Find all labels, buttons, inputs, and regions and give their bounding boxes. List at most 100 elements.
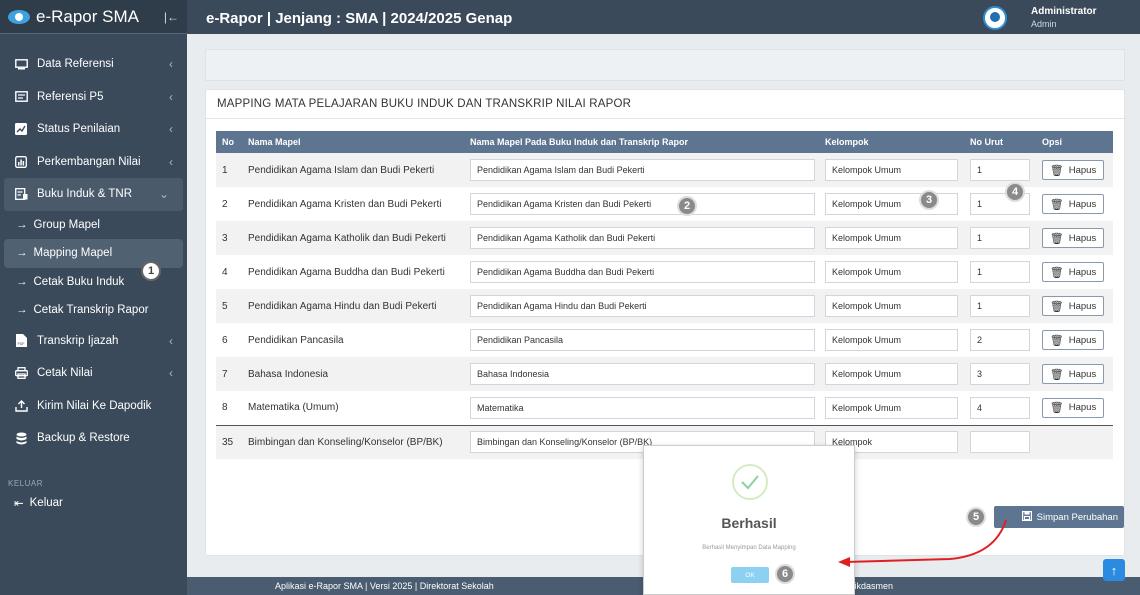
chevron-left-icon: ‹ [169, 154, 173, 169]
delete-button[interactable]: 🗑 Hapus [1042, 397, 1104, 418]
logout-button[interactable]: ⇤ Keluar [0, 488, 187, 518]
delete-button[interactable]: 🗑 Hapus [1042, 262, 1104, 282]
sidebar-subitem-label: Cetak Transkrip Rapor [33, 304, 149, 317]
mapel-buku-induk-input[interactable]: Pendidikan Agama Kristen dan Budi Pekert… [470, 193, 815, 215]
delete-button[interactable]: 🗑 Hapus [1042, 228, 1104, 248]
sidebar-item-perkembangan-nilai[interactable]: Perkembangan Nilai ‹ [0, 146, 187, 179]
user-role: Admin [1031, 19, 1057, 29]
sidebar-item-referensi-p5[interactable]: Referensi P5 ‹ [0, 81, 187, 114]
chevron-left-icon: ‹ [169, 366, 173, 381]
avatar[interactable] [983, 6, 1007, 30]
no-urut-input[interactable]: 1 [970, 159, 1030, 181]
trash-icon: 🗑 [1049, 402, 1064, 415]
table-row: 7 Bahasa Indonesia Bahasa Indonesia Kelompo… [216, 357, 1113, 391]
sidebar-item-transkrip-ijazah[interactable]: PDF Transkrip Ijazah ‹ [0, 325, 187, 358]
delete-button[interactable]: 🗑 Hapus [1042, 160, 1104, 180]
modal-title: Berhasil [721, 515, 777, 531]
no-urut-input[interactable]: 2 [970, 329, 1030, 351]
kelompok-select[interactable]: Kelompok Umum [825, 363, 958, 385]
cell-no: 8 [222, 402, 228, 414]
no-urut-input[interactable]: 4 [970, 396, 1030, 419]
modal-message: Berhasil Menyimpan Data Mapping [702, 545, 796, 551]
save-button-label: Simpan Perubahan [1036, 511, 1118, 523]
mapping-table: No Nama Mapel Nama Mapel Pada Buku Induk… [216, 131, 1113, 459]
trash-icon: 🗑 [1049, 368, 1064, 381]
mapel-buku-induk-input[interactable]: Pendidikan Agama Buddha dan Budi Pekerti [470, 261, 815, 283]
cell-no: 5 [222, 300, 228, 312]
mapel-buku-induk-input[interactable]: Pendidikan Agama Katholik dan Budi Peker… [470, 227, 815, 249]
sidebar-item-label: Kirim Nilai Ke Dapodik [37, 399, 152, 412]
kelompok-select[interactable]: Kelompok Umum [825, 329, 958, 351]
sidebar-subitem-cetak-transkrip-rapor[interactable]: → Cetak Transkrip Rapor [0, 296, 187, 325]
scroll-to-top-button[interactable]: ↑ [1103, 559, 1125, 581]
no-urut-input[interactable]: 1 [970, 227, 1030, 249]
delete-button-label: Hapus [1068, 164, 1097, 176]
user-name[interactable]: Administrator [1031, 6, 1097, 17]
table-row: 4 Pendidikan Agama Buddha dan Budi Pekert… [216, 255, 1113, 289]
sidebar-subitem-group-mapel[interactable]: → Group Mapel [0, 211, 187, 240]
sidebar-item-label: Status Penilaian [37, 123, 121, 136]
kelompok-select[interactable]: Kelompok Umum [825, 261, 958, 283]
no-urut-input[interactable]: 1 [970, 261, 1030, 283]
mapel-buku-induk-input[interactable]: Bahasa Indonesia [470, 363, 815, 385]
trash-icon: 🗑 [1049, 198, 1064, 211]
sidebar-item-label: Referensi P5 [37, 90, 104, 103]
cell-mapel: Pendidikan Agama Buddha dan Budi Pekerti [248, 266, 445, 278]
delete-button[interactable]: 🗑 Hapus [1042, 194, 1104, 214]
cell-mapel: Pendidikan Agama Kristen dan Budi Pekert… [248, 198, 442, 210]
logout-label: Keluar [29, 496, 63, 509]
mapel-buku-induk-input[interactable]: Matematika [470, 396, 815, 419]
file-pdf-icon: PDF [14, 334, 28, 348]
sidebar-item-label: Backup & Restore [37, 432, 130, 445]
trash-icon: 🗑 [1049, 164, 1064, 177]
step-callout-3: 3 [919, 190, 939, 210]
cell-mapel: Pendidikan Agama Katholik dan Budi Peker… [248, 232, 446, 244]
kelompok-select[interactable]: Kelompok Umum [825, 295, 958, 317]
trash-icon: 🗑 [1049, 300, 1064, 313]
mapel-buku-induk-input[interactable]: Pendidikan Agama Islam dan Budi Pekerti [470, 159, 815, 181]
step-callout-2: 2 [677, 196, 697, 216]
chevron-left-icon: ‹ [169, 333, 173, 348]
mapel-buku-induk-input[interactable]: Pendidikan Agama Hindu dan Budi Pekerti [470, 295, 815, 317]
breadcrumb-bar [205, 49, 1125, 81]
delete-button-label: Hapus [1068, 266, 1097, 278]
delete-button-label: Hapus [1068, 402, 1097, 414]
delete-button[interactable]: 🗑 Hapus [1042, 330, 1104, 350]
cell-no: 7 [222, 368, 228, 380]
success-check-icon [732, 464, 768, 500]
chevron-left-icon: ‹ [169, 89, 173, 104]
delete-button-label: Hapus [1068, 334, 1097, 346]
cell-no: 4 [222, 266, 228, 278]
mapel-buku-induk-input[interactable]: Pendidikan Pancasila [470, 329, 815, 351]
table-row: 6 Pendidikan Pancasila Pendidikan Pancasil… [216, 323, 1113, 357]
modal-ok-button[interactable]: OK [731, 567, 769, 583]
sidebar-item-data-referensi[interactable]: Data Referensi ‹ [0, 48, 187, 81]
sidebar-item-kirim-nilai-dapodik[interactable]: Kirim Nilai Ke Dapodik [0, 390, 187, 423]
printer-icon [14, 367, 28, 380]
delete-button[interactable]: 🗑 Hapus [1042, 296, 1104, 316]
cell-no: 35 [222, 436, 234, 448]
kelompok-select[interactable]: Kelompok Umum [825, 159, 958, 181]
divider [206, 118, 1124, 119]
arrow-right-icon: → [16, 304, 28, 317]
sidebar-item-buku-induk-tnr[interactable]: Buku Induk & TNR ⌄ [4, 178, 183, 211]
kelompok-select[interactable]: Kelompok Umum [825, 396, 958, 419]
column-header: Nama Mapel [248, 137, 301, 147]
sidebar-item-cetak-nilai[interactable]: Cetak Nilai ‹ [0, 357, 187, 390]
no-urut-input[interactable] [970, 431, 1030, 454]
chevron-left-icon: ‹ [169, 57, 173, 72]
logout-icon: ⇤ [14, 497, 24, 510]
no-urut-input[interactable]: 3 [970, 363, 1030, 385]
step-callout-1: 1 [141, 261, 161, 281]
arrow-right-icon: → [16, 275, 28, 288]
collapse-sidebar-icon[interactable]: |← [164, 10, 179, 24]
no-urut-input[interactable]: 1 [970, 295, 1030, 317]
arrow-right-icon: → [16, 218, 28, 231]
sidebar-subitem-label: Cetak Buku Induk [33, 275, 125, 288]
sidebar-item-backup-restore[interactable]: Backup & Restore [0, 422, 187, 455]
delete-button[interactable]: 🗑 Hapus [1042, 364, 1104, 384]
database-icon [14, 432, 28, 445]
sidebar-item-label: Data Referensi [37, 58, 114, 71]
sidebar-item-status-penilaian[interactable]: Status Penilaian ‹ [0, 113, 187, 146]
kelompok-select[interactable]: Kelompok Umum [825, 227, 958, 249]
